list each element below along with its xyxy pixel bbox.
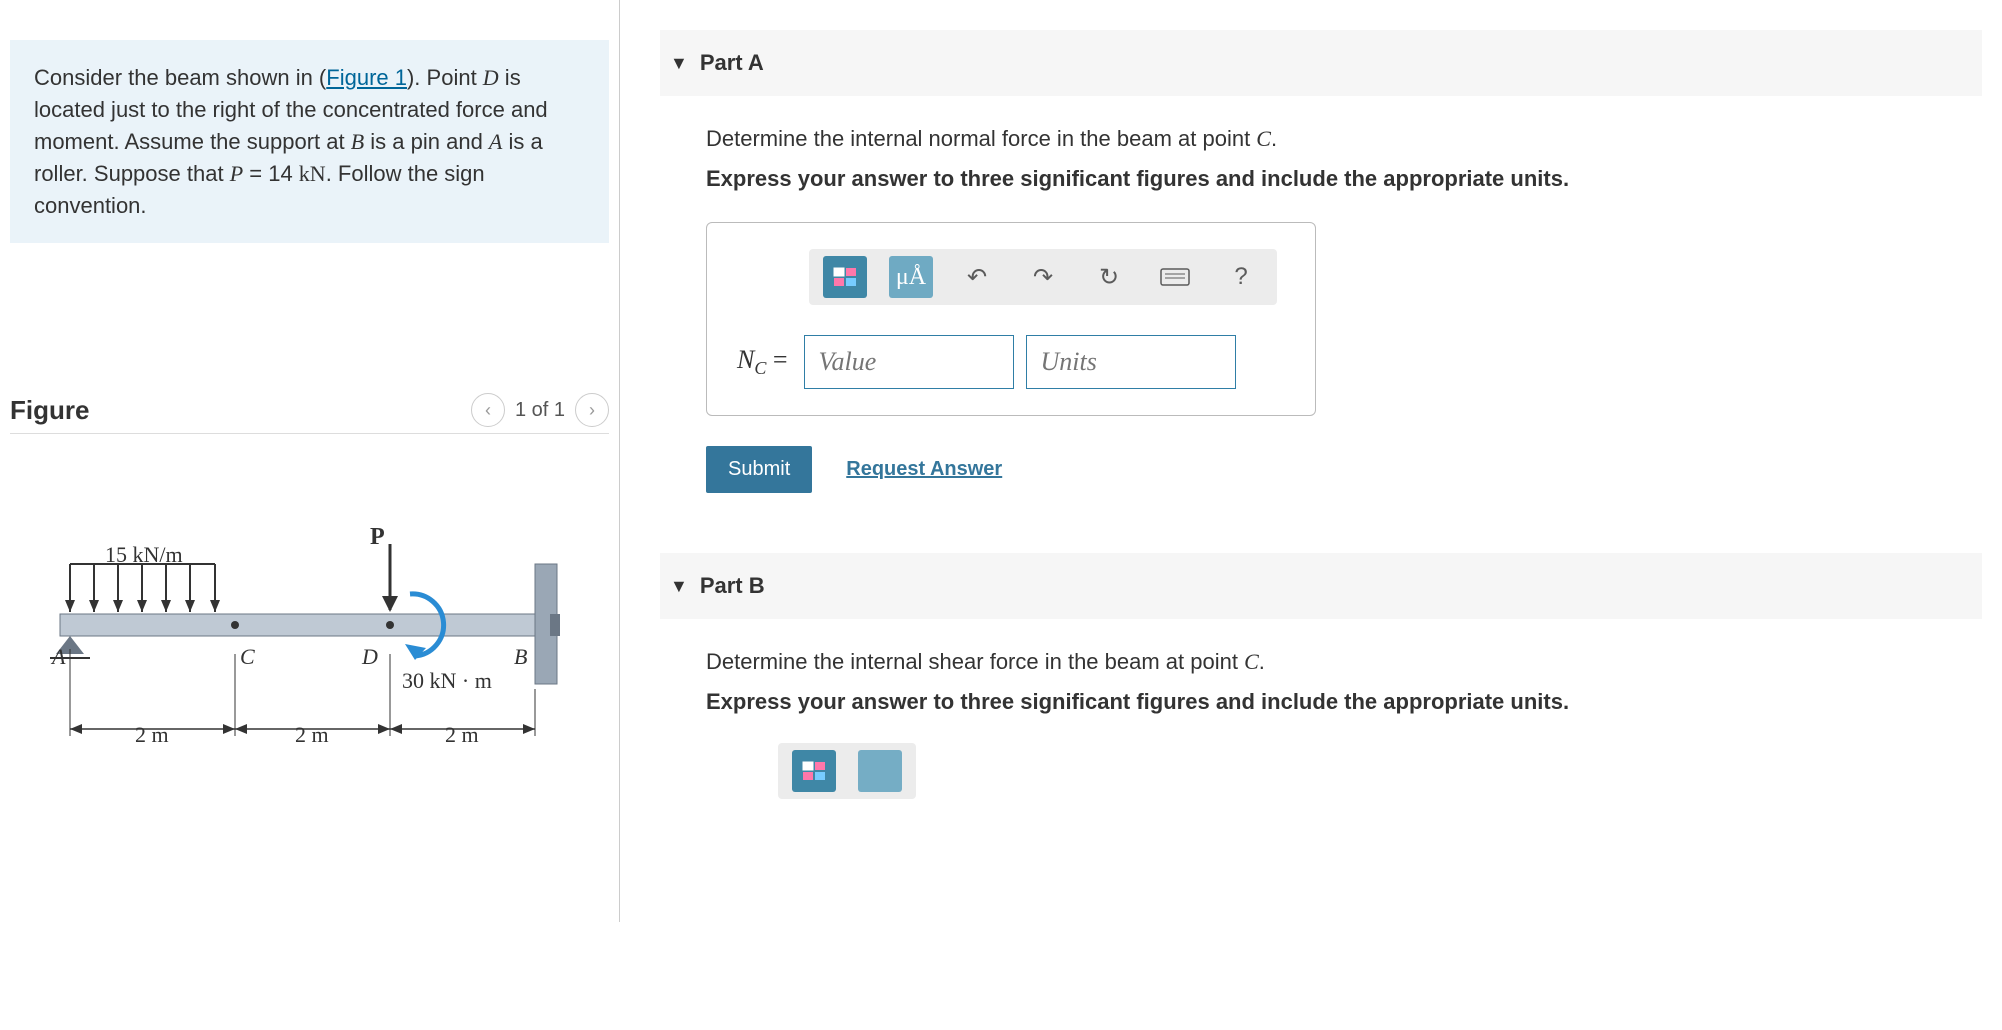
template-button[interactable]: [792, 750, 836, 792]
part-a-title: Part A: [700, 50, 764, 76]
chevron-down-icon: ▼: [670, 576, 688, 597]
figure-link[interactable]: Figure 1: [326, 65, 407, 90]
text: = 14: [243, 161, 299, 186]
pager-text: 1 of 1: [515, 399, 565, 422]
part-a-header[interactable]: ▼ Part A: [660, 30, 1982, 96]
request-answer-link[interactable]: Request Answer: [846, 458, 1002, 481]
figure-title: Figure: [10, 395, 89, 426]
part-b-header[interactable]: ▼ Part B: [660, 553, 1982, 619]
variable-label: NC =: [737, 345, 792, 379]
part-b-prompt: Determine the internal shear force in th…: [706, 649, 1982, 675]
answer-toolbar: μÅ ↶ ↷ ↻ ?: [809, 249, 1277, 305]
part-a-instruction: Express your answer to three significant…: [706, 166, 1982, 192]
special-chars-button[interactable]: μÅ: [889, 256, 933, 298]
part-b-instruction: Express your answer to three significant…: [706, 689, 1982, 715]
figure-prev-button[interactable]: ‹: [471, 393, 505, 427]
submit-button[interactable]: Submit: [706, 446, 812, 493]
part-b-title: Part B: [700, 573, 765, 599]
units-input[interactable]: [1026, 335, 1236, 389]
var-B: B: [351, 129, 364, 154]
var-A: A: [489, 129, 502, 154]
text: ). Point: [407, 65, 483, 90]
template-button[interactable]: [823, 256, 867, 298]
text: is a pin and: [364, 129, 489, 154]
var-P: P: [230, 161, 243, 186]
answer-box: μÅ ↶ ↷ ↻ ? NC =: [706, 222, 1316, 416]
chevron-down-icon: ▼: [670, 53, 688, 74]
text: Consider the beam shown in (: [34, 65, 326, 90]
figure-pager: ‹ 1 of 1 ›: [471, 393, 609, 427]
part-a-prompt: Determine the internal normal force in t…: [706, 126, 1982, 152]
special-chars-button[interactable]: [858, 750, 902, 792]
problem-statement: Consider the beam shown in (Figure 1). P…: [10, 40, 609, 243]
reset-button[interactable]: ↻: [1087, 256, 1131, 298]
figure-next-button[interactable]: ›: [575, 393, 609, 427]
help-button[interactable]: ?: [1219, 256, 1263, 298]
var-D: D: [483, 65, 499, 90]
undo-button[interactable]: ↶: [955, 256, 999, 298]
value-input[interactable]: [804, 335, 1014, 389]
answer-toolbar-b: [778, 743, 916, 799]
beam-figure: 15 kN/m P A C D B 30 kN · m 2 m 2 m 2 m: [10, 504, 609, 1030]
unit-kN: kN: [299, 161, 326, 186]
figure-header: Figure ‹ 1 of 1 ›: [10, 393, 609, 434]
keyboard-button[interactable]: [1153, 256, 1197, 298]
redo-button[interactable]: ↷: [1021, 256, 1065, 298]
